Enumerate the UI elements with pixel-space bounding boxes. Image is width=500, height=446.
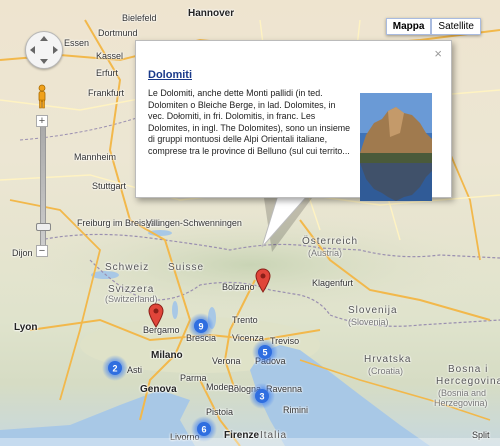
info-window: × Dolomiti Le Dolomiti, anche dette Mont… bbox=[135, 40, 452, 201]
country-label: (Slovenia) bbox=[348, 317, 389, 327]
marker-cluster[interactable]: 9 bbox=[187, 312, 215, 340]
marker-cluster[interactable]: 3 bbox=[248, 382, 276, 410]
place-label: Kassel bbox=[96, 51, 124, 61]
map-type-control: Mappa Satellite bbox=[385, 18, 481, 35]
place-label: Villingen-Schwenningen bbox=[146, 218, 242, 228]
place-label: Verona bbox=[212, 356, 241, 366]
place-label: Genova bbox=[140, 384, 177, 395]
place-label: Frankfurt bbox=[88, 88, 125, 98]
country-label: Hercegovina bbox=[436, 376, 500, 387]
country-label: Hrvatska bbox=[364, 354, 412, 365]
cluster-count: 9 bbox=[198, 322, 203, 332]
country-label: (Bosnia and bbox=[438, 388, 487, 398]
zoom-slider-track[interactable] bbox=[36, 127, 51, 245]
street-view-pegman-icon[interactable] bbox=[35, 84, 49, 110]
place-label: Hannover bbox=[188, 8, 235, 19]
pan-arrows-icon bbox=[30, 36, 58, 64]
lake-como bbox=[172, 301, 178, 319]
place-label: Mannheim bbox=[74, 152, 117, 162]
place-label: Rimini bbox=[283, 405, 309, 415]
info-window-tail bbox=[261, 195, 312, 252]
place-label: Bielefeld bbox=[122, 13, 157, 23]
place-label: Erfurt bbox=[96, 68, 119, 78]
country-label: Slovenija bbox=[348, 305, 398, 316]
place-label: Stuttgart bbox=[92, 181, 127, 191]
place-label: Asti bbox=[127, 365, 143, 375]
map-type-satellite-button[interactable]: Satellite bbox=[431, 18, 481, 35]
country-label: (Croatia) bbox=[368, 366, 404, 376]
map-marker-dolomiti[interactable] bbox=[255, 268, 271, 294]
zoom-in-button[interactable]: + bbox=[36, 115, 48, 127]
zoom-control: + − bbox=[36, 115, 51, 257]
zoom-slider-thumb[interactable] bbox=[36, 223, 51, 231]
info-window-close-button[interactable]: × bbox=[434, 46, 442, 61]
place-label: Klagenfurt bbox=[312, 278, 354, 288]
place-label: Lyon bbox=[14, 322, 38, 333]
place-label: Dijon bbox=[12, 248, 33, 258]
info-window-title-link[interactable]: Dolomiti bbox=[148, 69, 192, 81]
marker-cluster[interactable]: 5 bbox=[251, 338, 279, 366]
place-label: Bolzano bbox=[222, 282, 255, 292]
info-window-description: Le Dolomiti, anche dette Monti pallidi (… bbox=[148, 88, 351, 156]
map-canvas[interactable]: Bielefeld Hannover Essen Dortmund Kassel… bbox=[0, 0, 500, 446]
map-marker[interactable] bbox=[148, 303, 164, 329]
cluster-count: 6 bbox=[201, 425, 206, 435]
dolomiti-photo bbox=[360, 93, 432, 201]
place-label: Dortmund bbox=[98, 28, 138, 38]
cluster-count: 5 bbox=[262, 348, 267, 358]
cluster-count: 2 bbox=[112, 364, 117, 374]
place-label: Trento bbox=[232, 315, 258, 325]
marker-cluster[interactable]: 2 bbox=[101, 354, 129, 382]
place-label: Parma bbox=[180, 373, 207, 383]
place-label: Essen bbox=[64, 38, 90, 48]
country-label: Bosna i bbox=[448, 364, 489, 375]
map-type-map-button[interactable]: Mappa bbox=[385, 18, 432, 35]
cluster-count: 3 bbox=[259, 392, 264, 402]
place-label: Milano bbox=[151, 350, 183, 361]
country-label: Schweiz bbox=[105, 262, 150, 273]
country-label: Herzegovina) bbox=[434, 398, 488, 408]
zoom-out-button[interactable]: − bbox=[36, 245, 48, 257]
pan-control[interactable] bbox=[25, 31, 63, 69]
country-label: Suisse bbox=[168, 262, 205, 273]
map-footer bbox=[0, 438, 500, 446]
